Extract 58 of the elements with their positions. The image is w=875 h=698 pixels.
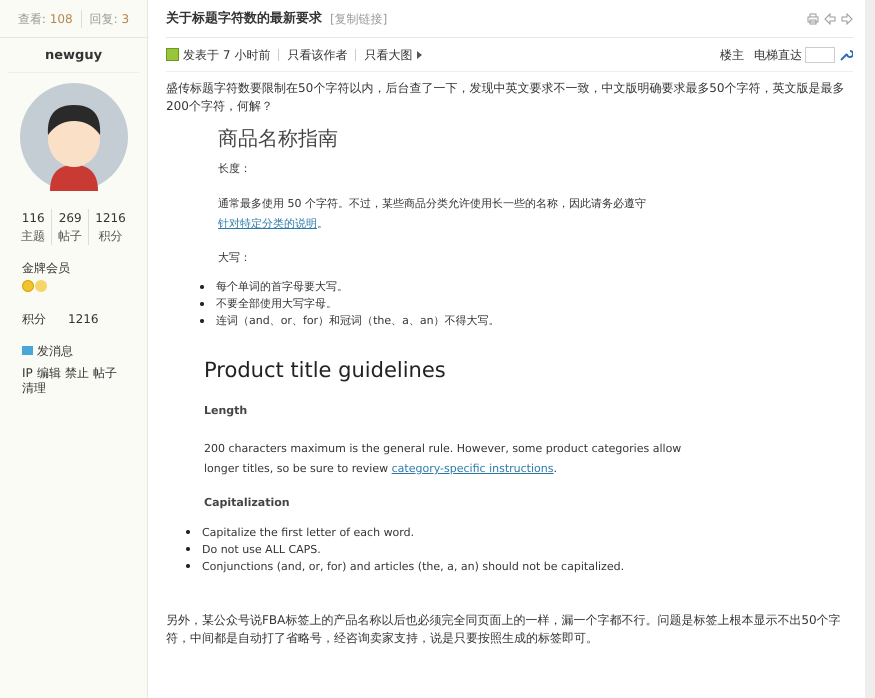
thread-stat: 查看: 108: [18, 10, 73, 28]
envelope-icon: [22, 346, 33, 355]
author-only-link[interactable]: 只看该作者: [287, 46, 348, 64]
caret-icon: [417, 50, 422, 58]
section-title: Capitalization: [204, 495, 291, 511]
print-icon[interactable]: [807, 12, 819, 24]
section-title: 大写：: [218, 250, 252, 266]
points-label: 积分: [22, 310, 46, 328]
admin-link[interactable]: 禁止: [64, 366, 89, 380]
admin-link[interactable]: 清理: [22, 380, 46, 396]
medal-icon: [22, 280, 34, 292]
paragraph: 200 characters maximum is the general rule. However, some product categories allow longer titles, so be sure to review category-specific instructions.: [204, 441, 682, 477]
stat-label: 帖子: [58, 228, 82, 244]
medal-icon: [35, 280, 47, 292]
list-item: 不要全部使用大写字母。: [216, 296, 337, 312]
stat-value: 269: [58, 210, 82, 226]
paragraph: 通常最多使用 50 个字符。不过，某些商品分类允许使用长一些的名称，因此请务必遵守 针对特定分类的说明。: [218, 196, 647, 232]
admin-link[interactable]: 帖子: [92, 366, 117, 380]
document-heading: Product title guidelines: [204, 357, 447, 384]
list-item: Capitalize the first letter of each word.: [202, 524, 414, 540]
link[interactable]: category-specific instructions: [392, 462, 554, 475]
stat-value: 116: [22, 210, 45, 226]
jump-label: 电梯直达: [754, 46, 802, 64]
points-value: 1216: [68, 310, 99, 328]
bullet-icon: [200, 284, 204, 288]
post-paragraph: 另外，某公众号说FBA标签上的产品名称以后也必须完全同页面上的一样，漏一个字都不行。问题是标签上根本显示不出50个字符，中间都是自动打了省略号，经咨询卖家支持，说是只要按照生成的标签即可。: [166, 612, 842, 646]
wrench-icon[interactable]: [839, 48, 853, 62]
floor-input[interactable]: [805, 46, 835, 62]
bullet-icon: [186, 547, 190, 551]
admin-link[interactable]: IP: [22, 366, 33, 380]
post-paragraph: 盛传标题字符数要限制在50个字符以内，后台查了一下，发现中英文要求不一致，中文版明确要求最多50个字符，英文版是最多200个字符，何解？: [166, 80, 846, 115]
stat-label: 主题: [21, 228, 46, 244]
admin-link[interactable]: 编辑: [36, 366, 61, 380]
list-item: Conjunctions (and, or, for) and articles (the, a, an) should not be capitalized.: [202, 558, 624, 574]
bullet-icon: [200, 318, 204, 322]
stat-label: 积分: [98, 228, 122, 244]
arrow-left-icon[interactable]: [824, 12, 836, 24]
document-heading: 商品名称指南: [218, 125, 339, 152]
username[interactable]: newguy: [0, 46, 147, 66]
list-item: Do not use ALL CAPS.: [202, 542, 321, 558]
bullet-icon: [186, 564, 190, 568]
arrow-right-icon[interactable]: [841, 12, 853, 24]
user-rank: 金牌会员: [22, 260, 71, 276]
big-images-link[interactable]: 只看大图: [364, 46, 412, 64]
post-title: 关于标题字符数的最新要求: [166, 10, 322, 28]
post-icon: [166, 48, 179, 61]
thread-stat: 回复: 3: [80, 10, 130, 28]
bullet-icon: [200, 302, 204, 306]
section-title: Length: [204, 402, 248, 418]
floor-label: 楼主: [720, 46, 744, 64]
message-link[interactable]: 发消息: [37, 342, 73, 360]
section-title: 长度：: [218, 161, 252, 177]
stat-value: 1216: [95, 210, 126, 226]
link[interactable]: 针对特定分类的说明: [218, 216, 317, 230]
post-time: 发表于 7 小时前: [183, 46, 270, 64]
list-item: 连词（and、or、for）和冠词（the、a、an）不得大写。: [216, 313, 500, 329]
bullet-icon: [186, 530, 190, 534]
list-item: 每个单词的首字母要大写。: [216, 279, 348, 295]
